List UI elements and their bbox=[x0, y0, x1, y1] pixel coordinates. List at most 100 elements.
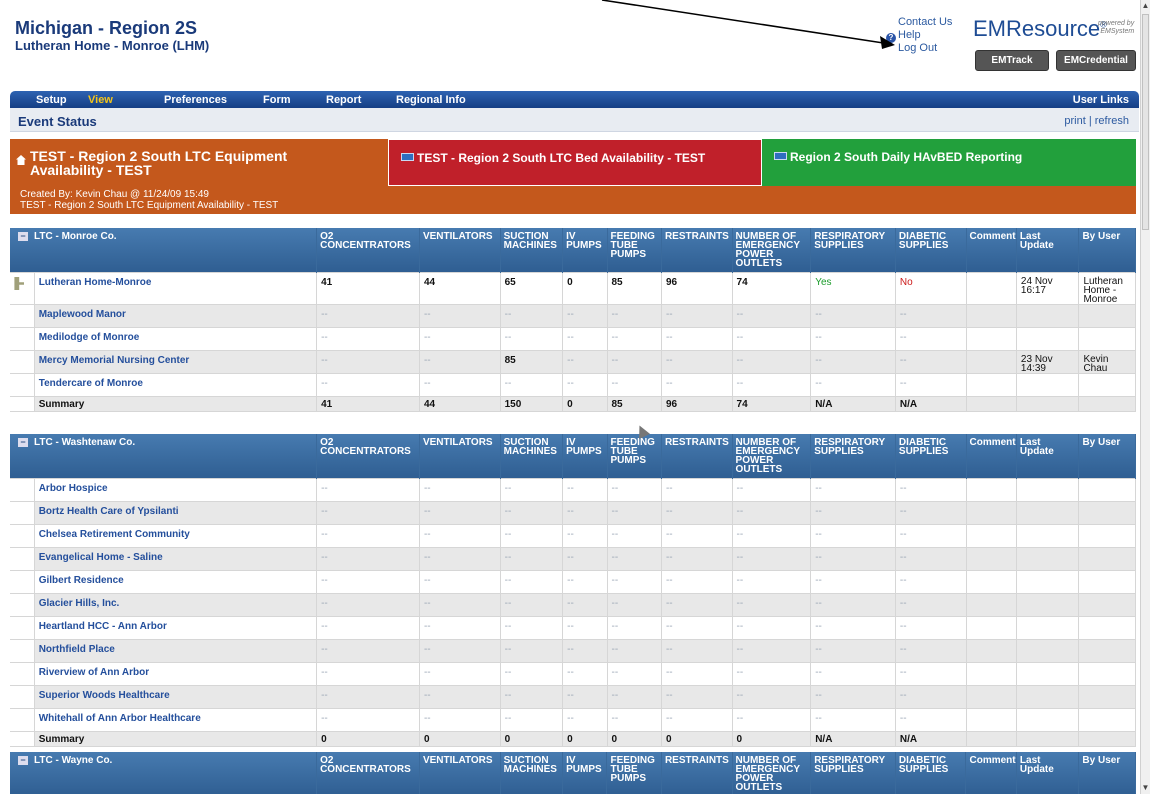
status-cell[interactable]: -- bbox=[660, 639, 733, 663]
status-cell[interactable]: -- bbox=[562, 373, 608, 397]
status-cell[interactable]: -- bbox=[562, 304, 608, 328]
status-cell[interactable]: -- bbox=[660, 524, 733, 548]
status-cell[interactable]: -- bbox=[894, 350, 967, 374]
collapse-icon[interactable]: − bbox=[18, 438, 28, 447]
status-cell[interactable]: -- bbox=[499, 501, 564, 525]
status-cell[interactable]: -- bbox=[810, 373, 896, 397]
status-cell[interactable]: -- bbox=[606, 478, 662, 502]
status-cell[interactable]: -- bbox=[418, 708, 501, 732]
nav-report[interactable]: Report bbox=[326, 94, 361, 106]
status-cell[interactable]: -- bbox=[731, 708, 812, 732]
status-cell[interactable]: -- bbox=[499, 478, 564, 502]
status-cell[interactable]: Yes bbox=[810, 272, 896, 305]
status-cell[interactable]: -- bbox=[499, 662, 564, 686]
status-cell[interactable]: 0 bbox=[562, 272, 608, 305]
column-header[interactable]: IV PUMPS bbox=[562, 434, 608, 479]
status-cell[interactable]: -- bbox=[606, 708, 662, 732]
status-cell[interactable]: -- bbox=[418, 327, 501, 351]
column-header[interactable]: By User bbox=[1078, 228, 1136, 273]
column-header[interactable]: By User bbox=[1078, 752, 1136, 794]
status-cell[interactable]: -- bbox=[606, 685, 662, 709]
status-cell[interactable]: -- bbox=[894, 327, 967, 351]
help-link[interactable]: Help bbox=[898, 29, 952, 42]
group-header[interactable]: − LTC - Washtenaw Co. bbox=[10, 434, 318, 479]
status-cell[interactable]: -- bbox=[894, 708, 967, 732]
status-cell[interactable]: -- bbox=[562, 616, 608, 640]
facility-name-link[interactable]: Evangelical Home - Saline bbox=[33, 547, 318, 571]
status-cell[interactable]: -- bbox=[562, 478, 608, 502]
status-cell[interactable]: -- bbox=[731, 616, 812, 640]
facility-name-link[interactable]: Mercy Memorial Nursing Center bbox=[33, 350, 318, 374]
status-cell[interactable]: -- bbox=[562, 708, 608, 732]
column-header[interactable]: O2 CONCENTRATORS bbox=[316, 228, 420, 273]
group-header[interactable]: − LTC - Monroe Co. bbox=[10, 228, 318, 273]
status-cell[interactable]: -- bbox=[418, 593, 501, 617]
facility-name-link[interactable]: Arbor Hospice bbox=[33, 478, 318, 502]
column-header[interactable]: NUMBER OF EMERGENCY POWER OUTLETS bbox=[732, 228, 812, 273]
facility-name-link[interactable]: Chelsea Retirement Community bbox=[33, 524, 318, 548]
status-cell[interactable]: -- bbox=[894, 570, 967, 594]
status-cell[interactable]: -- bbox=[499, 304, 564, 328]
status-cell[interactable]: -- bbox=[316, 478, 420, 502]
column-header[interactable]: SUCTION MACHINES bbox=[500, 434, 564, 479]
status-cell[interactable]: -- bbox=[660, 708, 733, 732]
status-cell[interactable]: -- bbox=[316, 570, 420, 594]
status-cell[interactable]: -- bbox=[810, 327, 896, 351]
status-cell[interactable]: -- bbox=[810, 593, 896, 617]
nav-setup[interactable]: Setup bbox=[36, 94, 67, 106]
table-row[interactable]: Whitehall of Ann Arbor Healthcare -- -- -- -… bbox=[10, 708, 1136, 732]
status-cell[interactable]: -- bbox=[316, 616, 420, 640]
status-cell[interactable]: -- bbox=[499, 373, 564, 397]
facility-name-link[interactable]: Heartland HCC - Ann Arbor bbox=[33, 616, 318, 640]
status-cell[interactable]: -- bbox=[606, 570, 662, 594]
status-cell[interactable]: -- bbox=[316, 593, 420, 617]
status-cell[interactable]: -- bbox=[731, 639, 812, 663]
column-header[interactable]: VENTILATORS bbox=[419, 228, 501, 273]
status-cell[interactable]: -- bbox=[731, 662, 812, 686]
facility-name-link[interactable]: Maplewood Manor bbox=[33, 304, 318, 328]
status-cell[interactable]: -- bbox=[499, 570, 564, 594]
table-row[interactable]: Chelsea Retirement Community -- -- -- -- -- --… bbox=[10, 524, 1136, 548]
status-cell[interactable]: -- bbox=[499, 708, 564, 732]
status-cell[interactable]: -- bbox=[731, 304, 812, 328]
status-cell[interactable]: -- bbox=[606, 593, 662, 617]
status-cell[interactable]: -- bbox=[418, 524, 501, 548]
column-header[interactable]: Comment bbox=[965, 752, 1017, 794]
status-cell[interactable]: -- bbox=[418, 373, 501, 397]
status-cell[interactable]: -- bbox=[731, 478, 812, 502]
status-cell[interactable]: -- bbox=[894, 524, 967, 548]
table-row[interactable]: Medilodge of Monroe -- -- -- -- -- -- -- -- -- bbox=[10, 327, 1136, 351]
status-cell[interactable]: -- bbox=[316, 708, 420, 732]
status-cell[interactable]: -- bbox=[316, 327, 420, 351]
status-cell[interactable]: -- bbox=[810, 616, 896, 640]
table-row[interactable]: Maplewood Manor -- -- -- -- -- -- -- -- -- bbox=[10, 304, 1136, 328]
column-header[interactable]: RESPIRATORY SUPPLIES bbox=[810, 752, 896, 794]
status-cell[interactable]: -- bbox=[606, 639, 662, 663]
status-cell[interactable]: -- bbox=[660, 685, 733, 709]
column-header[interactable]: RESPIRATORY SUPPLIES bbox=[810, 434, 896, 479]
status-cell[interactable]: -- bbox=[606, 662, 662, 686]
status-cell[interactable]: -- bbox=[894, 478, 967, 502]
table-row[interactable]: Tendercare of Monroe -- -- -- -- -- -- -- -- -- bbox=[10, 373, 1136, 397]
table-row[interactable]: Arbor Hospice -- -- -- -- -- -- -- -- -- bbox=[10, 478, 1136, 502]
status-cell[interactable]: -- bbox=[316, 547, 420, 571]
status-cell[interactable]: -- bbox=[562, 662, 608, 686]
status-cell[interactable]: -- bbox=[418, 547, 501, 571]
status-cell[interactable]: -- bbox=[606, 373, 662, 397]
status-cell[interactable]: -- bbox=[562, 570, 608, 594]
status-cell[interactable]: -- bbox=[810, 708, 896, 732]
event-tab-havbed[interactable]: Region 2 South Daily HAvBED Reporting bbox=[762, 139, 1136, 186]
status-cell[interactable]: -- bbox=[731, 593, 812, 617]
status-cell[interactable]: -- bbox=[894, 304, 967, 328]
refresh-link[interactable]: refresh bbox=[1095, 115, 1129, 127]
table-row[interactable]: Heartland HCC - Ann Arbor -- -- -- -- -- -- -- -… bbox=[10, 616, 1136, 640]
status-cell[interactable]: -- bbox=[660, 662, 733, 686]
status-cell[interactable]: -- bbox=[316, 350, 420, 374]
status-cell[interactable]: -- bbox=[418, 350, 501, 374]
contact-us-link[interactable]: Contact Us bbox=[898, 16, 952, 29]
column-header[interactable]: DIABETIC SUPPLIES bbox=[895, 434, 967, 479]
nav-view[interactable]: View bbox=[88, 94, 113, 106]
status-cell[interactable]: -- bbox=[894, 593, 967, 617]
status-cell[interactable]: -- bbox=[562, 685, 608, 709]
status-cell[interactable]: -- bbox=[418, 570, 501, 594]
